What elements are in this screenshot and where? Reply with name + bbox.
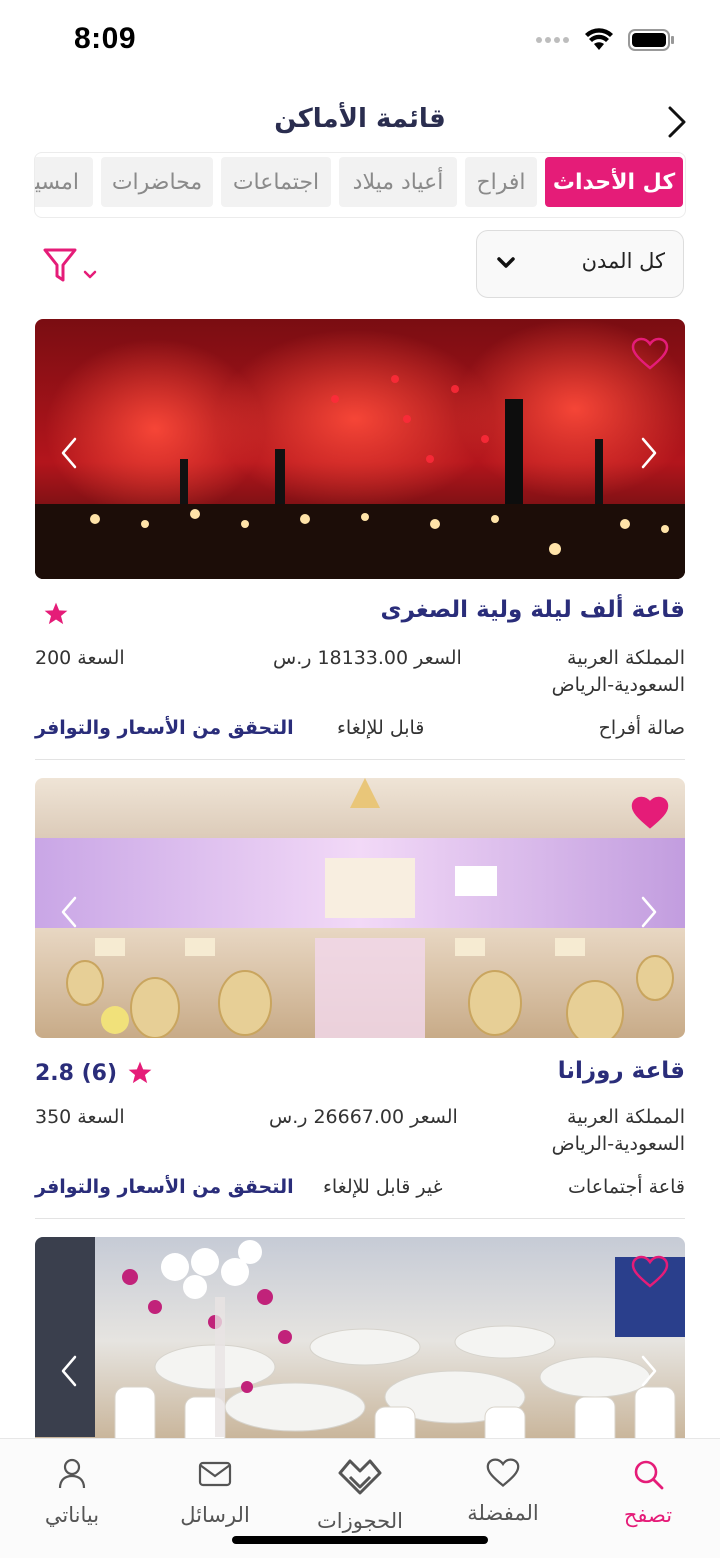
venue-photo[interactable] xyxy=(35,778,685,1038)
nav-browse[interactable]: تصفح xyxy=(588,1457,708,1527)
heart-filled-icon[interactable] xyxy=(631,796,669,830)
nav-bookings[interactable]: الحجوزات xyxy=(300,1457,420,1533)
heart-icon xyxy=(486,1458,520,1487)
venue-price: السعر 26667.00 ر.س xyxy=(269,1106,458,1128)
header: قائمة الأماكن xyxy=(0,90,720,152)
venue-photo[interactable] xyxy=(35,1237,685,1438)
city-select[interactable]: كل المدن xyxy=(476,230,684,298)
venue-photo-image xyxy=(35,778,685,1038)
nav-messages[interactable]: الرسائل xyxy=(155,1457,275,1527)
venue-photo[interactable] xyxy=(35,319,685,579)
search-icon xyxy=(634,1460,664,1490)
city-select-value: كل المدن xyxy=(581,249,665,273)
star-icon xyxy=(44,602,68,625)
user-icon xyxy=(58,1458,86,1489)
status-icons xyxy=(536,28,676,52)
nav-favorites-label: المفضلة xyxy=(467,1501,539,1525)
venue-name[interactable]: قاعة روزانا xyxy=(558,1058,685,1084)
venue-name[interactable]: قاعة ألف ليلة ولية الصغرى xyxy=(381,597,685,623)
venue-cancellation: قابل للإلغاء xyxy=(337,717,425,739)
bookings-icon xyxy=(338,1459,382,1495)
venue-cancellation: غير قابل للإلغاء xyxy=(323,1176,443,1198)
chevron-down-icon xyxy=(497,257,515,268)
venue-location-line2: السعودية-الرياض xyxy=(551,1133,685,1155)
venue-price: السعر 18133.00 ر.س xyxy=(273,647,462,669)
venue-card[interactable] xyxy=(35,1237,685,1438)
photo-next-arrow[interactable] xyxy=(637,894,661,930)
category-tabs[interactable]: كل الأحداث افراح أعياد ميلاد اجتماعات مح… xyxy=(34,152,686,218)
venue-rating xyxy=(43,601,79,627)
venue-type: صالة أفراح xyxy=(598,717,685,739)
tab-birthdays[interactable]: أعياد ميلاد xyxy=(339,157,457,207)
filter-button[interactable] xyxy=(42,246,102,286)
tab-meetings[interactable]: اجتماعات xyxy=(221,157,331,207)
page-title: قائمة الأماكن xyxy=(274,104,446,134)
tab-all-events[interactable]: كل الأحداث xyxy=(545,157,683,207)
nav-profile[interactable]: بياناتي xyxy=(12,1457,132,1527)
heart-outline-icon[interactable] xyxy=(631,1255,669,1289)
photo-prev-arrow[interactable] xyxy=(57,1353,81,1389)
tab-evenings[interactable]: امسيات xyxy=(35,157,93,207)
venue-rating-text: 2.8 (6) xyxy=(35,1060,118,1086)
photo-prev-arrow[interactable] xyxy=(57,894,81,930)
nav-profile-label: بياناتي xyxy=(44,1503,100,1527)
venue-card[interactable]: قاعة روزانا 2.8 (6) المملكة العربية السع… xyxy=(35,778,685,1220)
home-indicator xyxy=(232,1536,488,1544)
venue-capacity: السعة 200 xyxy=(35,647,125,669)
nav-favorites[interactable]: المفضلة xyxy=(443,1457,563,1525)
nav-messages-label: الرسائل xyxy=(180,1503,250,1527)
venue-card[interactable]: قاعة ألف ليلة ولية الصغرى المملكة العربي… xyxy=(35,319,685,761)
status-time: 8:09 xyxy=(74,22,137,55)
signal-icon xyxy=(536,37,569,43)
venue-photo-image xyxy=(35,319,685,579)
mail-icon xyxy=(198,1461,232,1487)
venue-location-line1: المملكة العربية xyxy=(567,1106,685,1128)
heart-outline-icon[interactable] xyxy=(631,337,669,371)
filter-icon xyxy=(43,248,97,282)
venue-rating: 2.8 (6) xyxy=(35,1060,153,1086)
card-divider xyxy=(35,1218,685,1219)
venue-photo-image xyxy=(35,1237,685,1438)
back-button[interactable] xyxy=(660,102,694,142)
nav-browse-label: تصفح xyxy=(623,1503,673,1527)
chevron-right-icon xyxy=(668,106,686,138)
venue-location-line1: المملكة العربية xyxy=(567,647,685,669)
star-icon xyxy=(128,1061,152,1084)
photo-prev-arrow[interactable] xyxy=(57,435,81,471)
tab-weddings[interactable]: افراح xyxy=(465,157,537,207)
venue-capacity: السعة 350 xyxy=(35,1106,125,1128)
venue-location-line2: السعودية-الرياض xyxy=(551,674,685,696)
photo-next-arrow[interactable] xyxy=(637,435,661,471)
check-availability-link[interactable]: التحقق من الأسعار والتوافر xyxy=(35,1176,294,1198)
card-divider xyxy=(35,759,685,760)
check-availability-link[interactable]: التحقق من الأسعار والتوافر xyxy=(35,717,294,739)
battery-icon xyxy=(628,29,674,51)
photo-next-arrow[interactable] xyxy=(637,1353,661,1389)
nav-bookings-label: الحجوزات xyxy=(317,1509,403,1533)
venue-type: قاعة أجتماعات xyxy=(568,1176,685,1198)
status-bar: 8:09 xyxy=(0,0,720,84)
category-tab-list: كل الأحداث افراح أعياد ميلاد اجتماعات مح… xyxy=(35,157,685,207)
wifi-icon xyxy=(585,28,613,50)
tab-lectures[interactable]: محاضرات xyxy=(101,157,213,207)
